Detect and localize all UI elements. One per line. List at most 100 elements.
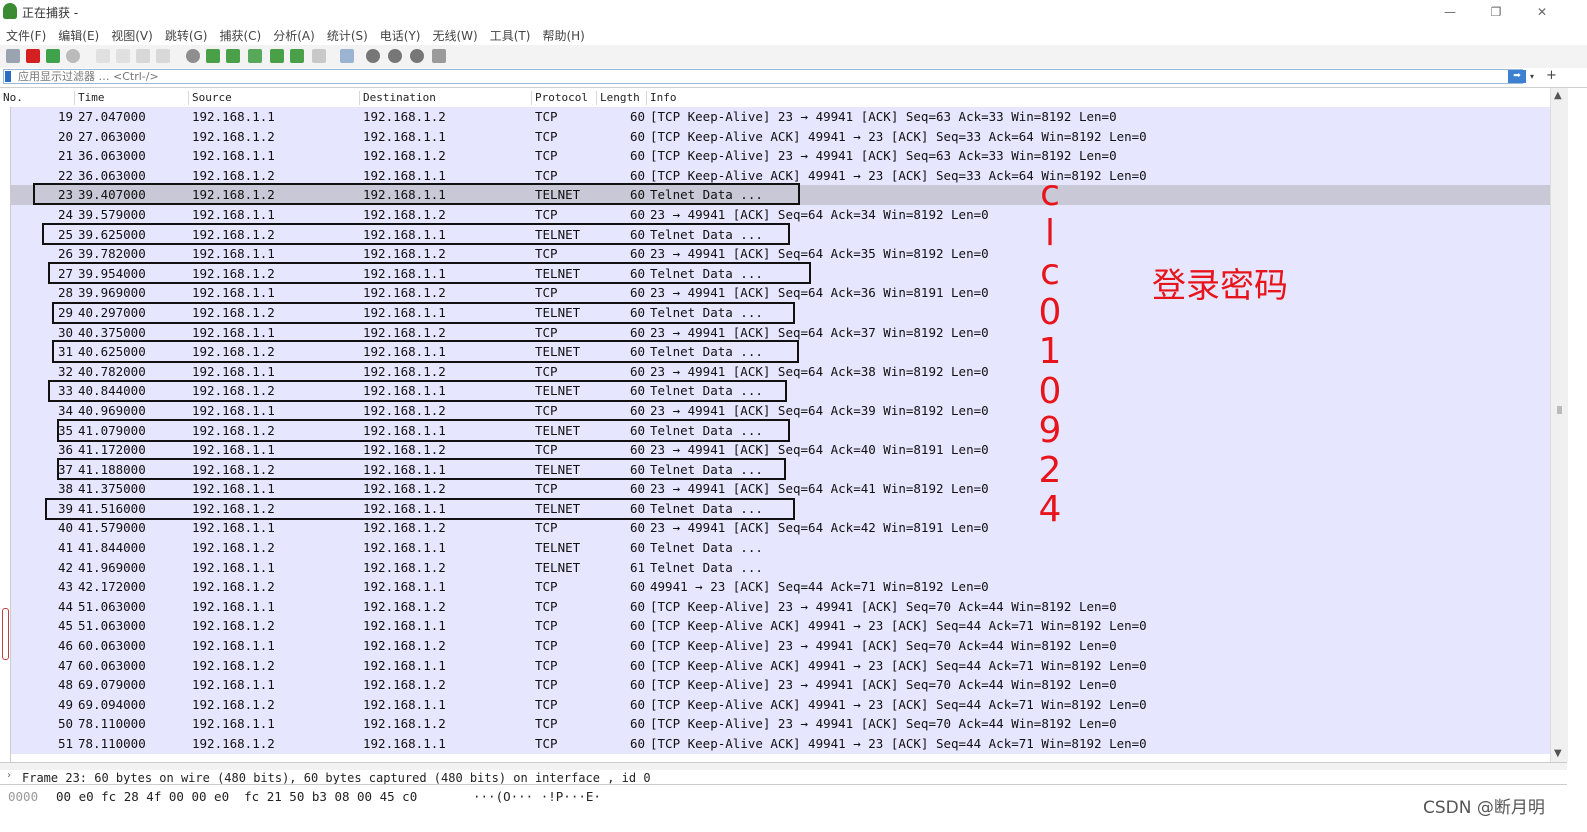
open-file-icon[interactable] [96, 49, 110, 63]
cell-len: 60 [629, 363, 645, 379]
cell-no: 38 [57, 481, 73, 497]
colorize-icon[interactable] [340, 49, 354, 63]
table-row[interactable]: 49 69.094000 192.168.1.2 192.168.1.1 TCP 60 [T… [0, 694, 1550, 715]
cell-src: 192.168.1.1 [192, 442, 275, 458]
menu-item-6[interactable]: 统计(S) [321, 24, 374, 47]
menu-item-2[interactable]: 视图(V) [105, 24, 159, 47]
cell-src: 192.168.1.1 [192, 677, 275, 693]
resize-columns-icon[interactable] [432, 49, 446, 63]
first-packet-icon[interactable] [270, 49, 284, 63]
autoscroll-icon[interactable] [312, 49, 326, 63]
table-row[interactable]: 38 41.375000 192.168.1.1 192.168.1.2 TCP 60 23… [0, 479, 1550, 499]
packet-list-gutter [0, 107, 11, 762]
cell-no: 34 [57, 402, 73, 418]
cell-dst: 192.168.1.2 [363, 402, 446, 418]
table-row[interactable]: 19 27.047000 192.168.1.1 192.168.1.2 TCP 60 [T… [0, 107, 1550, 127]
menu-item-8[interactable]: 无线(W) [427, 24, 484, 47]
column-no[interactable]: No. [0, 91, 23, 105]
save-file-icon[interactable] [116, 49, 130, 63]
table-row[interactable]: 45 51.063000 192.168.1.2 192.168.1.1 TCP 60 [T… [0, 616, 1550, 637]
menu-item-4[interactable]: 捕获(C) [213, 24, 267, 47]
table-row[interactable]: 28 39.969000 192.168.1.1 192.168.1.2 TCP 60 23… [0, 283, 1550, 303]
table-row[interactable]: 47 60.063000 192.168.1.2 192.168.1.1 TCP 60 [T… [0, 655, 1550, 676]
column-destination[interactable]: Destination [359, 91, 436, 105]
apply-filter-button[interactable]: ➡ [1508, 70, 1526, 83]
table-row[interactable]: 46 60.063000 192.168.1.1 192.168.1.2 TCP 60 [T… [0, 636, 1550, 656]
column-protocol[interactable]: Protocol [531, 91, 588, 105]
bytes-hex[interactable]: 00 e0 fc 28 4f 00 00 e0 fc 21 50 b3 08 0… [56, 789, 417, 804]
table-row[interactable]: 41 41.844000 192.168.1.2 192.168.1.1 TELNET 6… [0, 538, 1550, 558]
find-packet-icon[interactable] [186, 49, 200, 63]
table-row[interactable]: 42 41.969000 192.168.1.1 192.168.1.2 TELNET 6… [0, 557, 1550, 578]
close-file-icon[interactable] [136, 49, 150, 63]
capture-options-icon[interactable] [66, 49, 80, 63]
cell-info: 49941 → 23 [ACK] Seq=44 Ack=71 Win=8192 … [650, 579, 989, 595]
cell-info: [TCP Keep-Alive] 23 → 49941 [ACK] Seq=70… [650, 677, 1117, 693]
bookmark-icon[interactable] [5, 71, 11, 82]
cell-dst: 192.168.1.1 [363, 579, 446, 595]
packet-list-scrollbar[interactable]: ▲ ▼ [1550, 88, 1568, 762]
column-source[interactable]: Source [188, 91, 232, 105]
filter-dropdown-button[interactable]: ▾ [1530, 70, 1540, 83]
table-row[interactable]: 36 41.172000 192.168.1.1 192.168.1.2 TCP 60 23… [0, 440, 1550, 460]
table-row[interactable]: 21 36.063000 192.168.1.1 192.168.1.2 TCP 60 [T… [0, 146, 1550, 166]
menu-item-10[interactable]: 帮助(H) [536, 24, 590, 47]
menu-item-7[interactable]: 电话(Y) [374, 24, 427, 47]
reload-icon[interactable] [156, 49, 170, 63]
table-row[interactable]: 48 69.079000 192.168.1.1 192.168.1.2 TCP 60 [T… [0, 675, 1550, 695]
cell-info: Telnet Data ... [650, 559, 763, 575]
zoom-in-icon[interactable] [366, 49, 380, 63]
table-row[interactable]: 51 78.110000 192.168.1.2 192.168.1.1 TCP 60 [T… [0, 734, 1550, 754]
menu-item-0[interactable]: 文件(F) [0, 24, 52, 47]
restore-button[interactable]: ❐ [1473, 2, 1519, 22]
table-row[interactable]: 32 40.782000 192.168.1.1 192.168.1.2 TCP 60 23… [0, 361, 1550, 382]
cell-len: 60 [629, 109, 645, 124]
frame-summary[interactable]: Frame 23: 60 bytes on wire (480 bits), 6… [22, 771, 651, 784]
cell-src: 192.168.1.1 [192, 559, 275, 575]
column-length[interactable]: Length [596, 91, 640, 105]
table-row[interactable]: 44 51.063000 192.168.1.1 192.168.1.2 TCP 60 [T… [0, 596, 1550, 617]
cell-proto: TCP [535, 246, 558, 262]
close-button[interactable]: ✕ [1519, 2, 1565, 22]
cell-info: Telnet Data ... [650, 540, 763, 556]
expand-arrow-icon[interactable]: › [6, 770, 12, 781]
column-time[interactable]: Time [74, 91, 105, 105]
cell-info: [TCP Keep-Alive] 23 → 49941 [ACK] Seq=63… [650, 148, 1117, 164]
table-row[interactable]: 43 42.172000 192.168.1.2 192.168.1.1 TCP 60 49… [0, 577, 1550, 597]
table-row[interactable]: 26 39.782000 192.168.1.1 192.168.1.2 TCP 60 23… [0, 244, 1550, 264]
table-row[interactable]: 50 78.110000 192.168.1.1 192.168.1.2 TCP 60 [T… [0, 714, 1550, 734]
table-row[interactable]: 24 39.579000 192.168.1.1 192.168.1.2 TCP 60 23… [0, 204, 1550, 225]
display-filter-input[interactable] [3, 69, 1523, 84]
start-capture-icon[interactable] [6, 49, 20, 63]
zoom-out-icon[interactable] [388, 49, 402, 63]
menu-item-1[interactable]: 编辑(E) [52, 24, 105, 47]
cell-proto: TCP [535, 363, 558, 379]
cell-no: 30 [57, 324, 73, 340]
scroll-down-icon[interactable]: ▼ [1554, 748, 1562, 759]
scroll-thumb[interactable] [1557, 406, 1562, 414]
menu-item-5[interactable]: 分析(A) [267, 24, 321, 47]
cell-no: 49 [57, 696, 73, 712]
table-row[interactable]: 40 41.579000 192.168.1.1 192.168.1.2 TCP 60 23… [0, 518, 1550, 539]
scroll-up-icon[interactable]: ▲ [1554, 90, 1562, 101]
cell-len: 60 [629, 148, 645, 164]
add-filter-button[interactable]: + [1546, 68, 1557, 83]
table-row[interactable]: 34 40.969000 192.168.1.1 192.168.1.2 TCP 60 23… [0, 400, 1550, 421]
last-packet-icon[interactable] [290, 49, 304, 63]
cell-src: 192.168.1.1 [192, 716, 275, 732]
column-info[interactable]: Info [646, 91, 677, 105]
cell-proto: TCP [535, 128, 558, 144]
stop-capture-icon[interactable] [26, 49, 40, 63]
bytes-ascii[interactable]: ···(O··· ·!P···E· [473, 789, 601, 804]
cell-info: 23 → 49941 [ACK] Seq=64 Ack=35 Win=8192 … [650, 246, 989, 262]
restart-capture-icon[interactable] [46, 49, 60, 63]
menu-item-3[interactable]: 跳转(G) [159, 24, 214, 47]
cell-info: [TCP Keep-Alive] 23 → 49941 [ACK] Seq=70… [650, 638, 1117, 654]
go-back-icon[interactable] [206, 49, 220, 63]
table-row[interactable]: 20 27.063000 192.168.1.2 192.168.1.1 TCP 60 [T… [0, 126, 1550, 147]
go-forward-icon[interactable] [226, 49, 240, 63]
minimize-button[interactable]: — [1427, 2, 1473, 22]
menu-item-9[interactable]: 工具(T) [484, 24, 537, 47]
go-to-packet-icon[interactable] [248, 49, 262, 63]
zoom-normal-icon[interactable] [410, 49, 424, 63]
